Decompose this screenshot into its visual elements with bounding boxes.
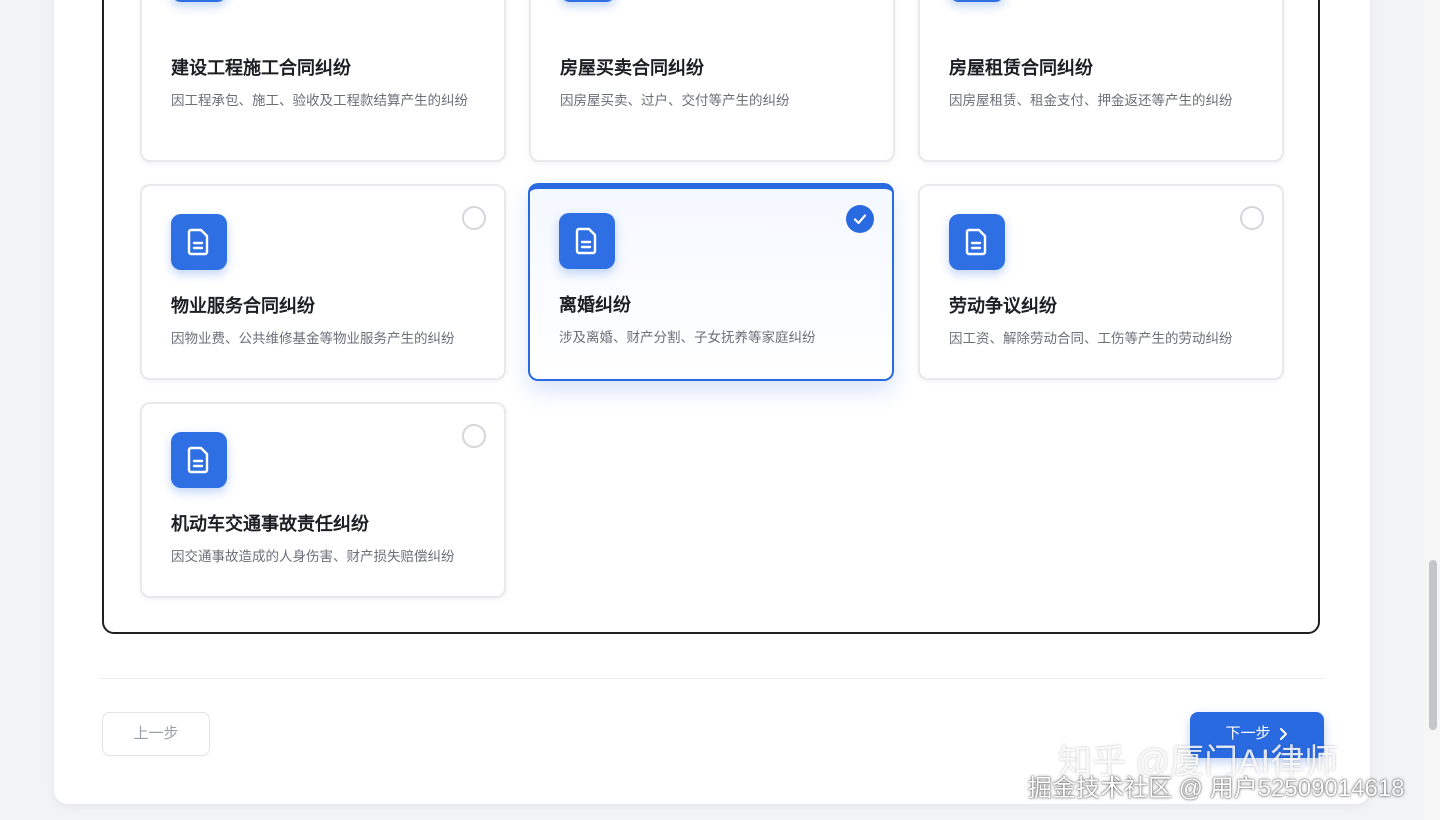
document-icon bbox=[171, 0, 227, 2]
case-description: 因房屋买卖、过户、交付等产生的纠纷 bbox=[560, 93, 790, 108]
case-card-divorce[interactable]: 离婚纠纷 涉及离婚、财产分割、子女抚养等家庭纠纷 bbox=[528, 183, 894, 381]
case-description: 因房屋租赁、租金支付、押金返还等产生的纠纷 bbox=[949, 93, 1233, 108]
document-icon bbox=[559, 213, 615, 269]
case-card-construction[interactable]: 建设工程施工合同纠纷 因工程承包、施工、验收及工程款结算产生的纠纷 bbox=[140, 0, 506, 162]
case-title: 物业服务合同纠纷 bbox=[171, 296, 315, 316]
radio-unchecked[interactable] bbox=[1240, 206, 1264, 230]
case-description: 涉及离婚、财产分割、子女抚养等家庭纠纷 bbox=[559, 330, 816, 345]
case-title: 离婚纠纷 bbox=[559, 295, 631, 315]
document-icon bbox=[949, 0, 1005, 2]
radio-unchecked[interactable] bbox=[462, 206, 486, 230]
scrollbar-thumb[interactable] bbox=[1429, 560, 1437, 730]
case-description: 因工资、解除劳动合同、工伤等产生的劳动纠纷 bbox=[949, 331, 1233, 346]
case-card-property-service[interactable]: 物业服务合同纠纷 因物业费、公共维修基金等物业服务产生的纠纷 bbox=[140, 184, 506, 380]
case-card-labor-dispute[interactable]: 劳动争议纠纷 因工资、解除劳动合同、工伤等产生的劳动纠纷 bbox=[918, 184, 1284, 380]
case-description: 因交通事故造成的人身伤害、财产损失赔偿纠纷 bbox=[171, 549, 455, 564]
footer-divider bbox=[100, 678, 1324, 679]
case-card-house-sale[interactable]: 房屋买卖合同纠纷 因房屋买卖、过户、交付等产生的纠纷 bbox=[529, 0, 895, 162]
case-title: 房屋买卖合同纠纷 bbox=[560, 58, 704, 78]
document-icon bbox=[171, 432, 227, 488]
case-title: 建设工程施工合同纠纷 bbox=[171, 58, 351, 78]
document-icon bbox=[171, 214, 227, 270]
radio-unchecked[interactable] bbox=[462, 424, 486, 448]
case-description: 因工程承包、施工、验收及工程款结算产生的纠纷 bbox=[171, 93, 468, 108]
case-title: 机动车交通事故责任纠纷 bbox=[171, 514, 369, 534]
document-icon bbox=[949, 214, 1005, 270]
case-description: 因物业费、公共维修基金等物业服务产生的纠纷 bbox=[171, 331, 455, 346]
case-card-traffic-accident[interactable]: 机动车交通事故责任纠纷 因交通事故造成的人身伤害、财产损失赔偿纠纷 bbox=[140, 402, 506, 598]
case-title: 房屋租赁合同纠纷 bbox=[949, 58, 1093, 78]
watermark-juejin: 掘金技术社区 @ 用户52509014618 bbox=[1028, 775, 1405, 802]
radio-checked[interactable] bbox=[846, 205, 874, 233]
case-title: 劳动争议纠纷 bbox=[949, 296, 1057, 316]
case-card-house-lease[interactable]: 房屋租赁合同纠纷 因房屋租赁、租金支付、押金返还等产生的纠纷 bbox=[918, 0, 1284, 162]
document-icon bbox=[560, 0, 616, 2]
prev-step-button[interactable]: 上一步 bbox=[102, 712, 210, 756]
